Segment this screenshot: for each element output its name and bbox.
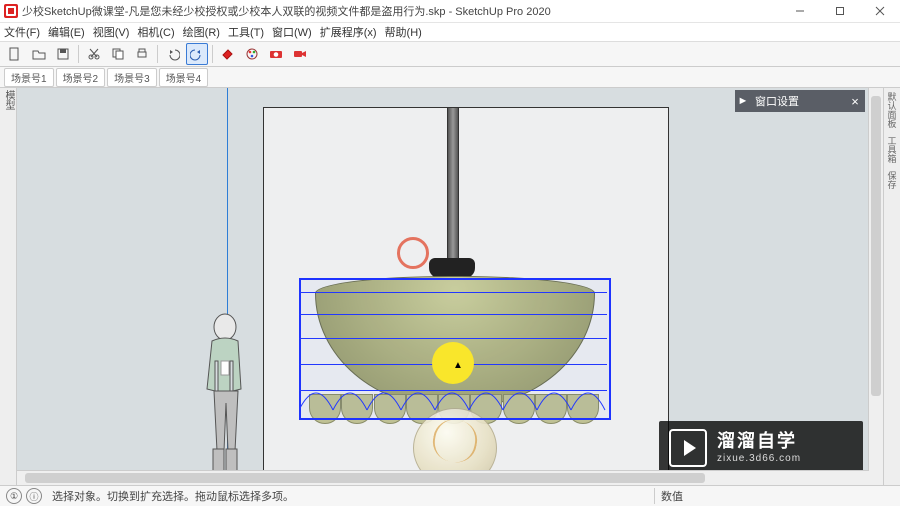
watermark: 溜溜自学 zixue.3d66.com bbox=[659, 421, 863, 475]
menu-ext[interactable]: 扩展程序(x) bbox=[320, 24, 377, 40]
tool-open-icon[interactable] bbox=[28, 43, 50, 65]
tool-copy-icon[interactable] bbox=[107, 43, 129, 65]
scroll-thumb[interactable] bbox=[25, 473, 705, 483]
menu-file[interactable]: 文件(F) bbox=[4, 24, 40, 40]
tool-undo-icon[interactable] bbox=[162, 43, 184, 65]
tool-color-icon[interactable] bbox=[241, 43, 263, 65]
selection-arcs bbox=[299, 380, 607, 416]
lamp-pole bbox=[447, 107, 459, 264]
tool-print-icon[interactable] bbox=[131, 43, 153, 65]
menu-window[interactable]: 窗口(W) bbox=[272, 24, 312, 40]
watermark-url: zixue.3d66.com bbox=[717, 453, 801, 465]
status-bar: ① ⓘ 选择对象。切换到扩充选择。拖动鼠标选择多项。 数值 bbox=[0, 485, 900, 506]
menu-help[interactable]: 帮助(H) bbox=[385, 24, 422, 40]
window-buttons bbox=[780, 0, 900, 22]
menu-view[interactable]: 视图(V) bbox=[93, 24, 130, 40]
scene-tab[interactable]: 场景号2 bbox=[56, 68, 106, 87]
rail-item[interactable]: 工具箱 bbox=[886, 136, 899, 163]
status-info-icon[interactable]: ⓘ bbox=[26, 488, 42, 504]
right-rail: 默认面板 工具箱 保存 bbox=[883, 88, 900, 485]
menu-camera[interactable]: 相机(C) bbox=[137, 24, 174, 40]
scale-figure-icon bbox=[197, 313, 253, 485]
menu-bar: 文件(F) 编辑(E) 视图(V) 相机(C) 绘图(R) 工具(T) 窗口(W… bbox=[0, 23, 900, 41]
left-rail[interactable]: 模型 bbox=[0, 88, 17, 485]
rail-item[interactable]: 保存 bbox=[886, 171, 899, 189]
tool-cut-icon[interactable] bbox=[83, 43, 105, 65]
tray-title: 窗口设置 bbox=[751, 93, 845, 109]
rail-item[interactable]: 默认面板 bbox=[886, 92, 899, 128]
horizontal-scrollbar[interactable] bbox=[17, 470, 869, 485]
toolbar-sep bbox=[157, 45, 158, 63]
vertical-scrollbar[interactable] bbox=[868, 88, 883, 485]
lamp-cap bbox=[429, 258, 475, 278]
toolbar-sep bbox=[78, 45, 79, 63]
selection-stripe bbox=[299, 338, 607, 339]
close-button[interactable] bbox=[860, 0, 900, 22]
toolbar bbox=[0, 41, 900, 67]
tray-arrow-icon[interactable]: ► bbox=[735, 95, 751, 107]
menu-tools[interactable]: 工具(T) bbox=[228, 24, 264, 40]
minimize-button[interactable] bbox=[780, 0, 820, 22]
tool-video-icon[interactable] bbox=[289, 43, 311, 65]
selection-stripe bbox=[299, 314, 607, 315]
status-hint: 选择对象。切换到扩充选择。拖动鼠标选择多项。 bbox=[48, 488, 654, 504]
toolbar-sep bbox=[212, 45, 213, 63]
selection-stripe bbox=[299, 292, 607, 293]
scroll-thumb[interactable] bbox=[871, 96, 881, 396]
viewport[interactable]: ▲ ► 窗口设置 × 溜溜自学 zixue.3d66.com bbox=[17, 88, 883, 485]
status-help-icon[interactable]: ① bbox=[6, 488, 22, 504]
title-bar: 少校SketchUp微课堂-凡是您未经少校授权或少校本人双联的视频文件都是盗用行… bbox=[0, 0, 900, 23]
maximize-button[interactable] bbox=[820, 0, 860, 22]
measurement-label: 数值 bbox=[654, 488, 777, 504]
tray-panel-header[interactable]: ► 窗口设置 × bbox=[735, 90, 865, 112]
workspace: 模型 bbox=[0, 88, 900, 485]
window-title: 少校SketchUp微课堂-凡是您未经少校授权或少校本人双联的视频文件都是盗用行… bbox=[22, 3, 780, 19]
scene-tab[interactable]: 场景号4 bbox=[159, 68, 209, 87]
tool-redo-icon[interactable] bbox=[186, 43, 208, 65]
tool-camera-icon[interactable] bbox=[265, 43, 287, 65]
tool-save-icon[interactable] bbox=[52, 43, 74, 65]
play-icon bbox=[669, 429, 707, 467]
watermark-title: 溜溜自学 bbox=[717, 431, 801, 453]
menu-edit[interactable]: 编辑(E) bbox=[48, 24, 85, 40]
cursor-icon: ▲ bbox=[453, 360, 463, 371]
scene-tab[interactable]: 场景号3 bbox=[107, 68, 157, 87]
tool-paint-icon[interactable] bbox=[217, 43, 239, 65]
tool-new-icon[interactable] bbox=[4, 43, 26, 65]
marker-circle-icon bbox=[397, 237, 429, 269]
scene-bar: 场景号1 场景号2 场景号3 场景号4 bbox=[0, 67, 900, 88]
tray-close-icon[interactable]: × bbox=[845, 94, 865, 109]
scene-tab[interactable]: 场景号1 bbox=[4, 68, 54, 87]
menu-draw[interactable]: 绘图(R) bbox=[183, 24, 220, 40]
app-icon bbox=[4, 4, 18, 18]
